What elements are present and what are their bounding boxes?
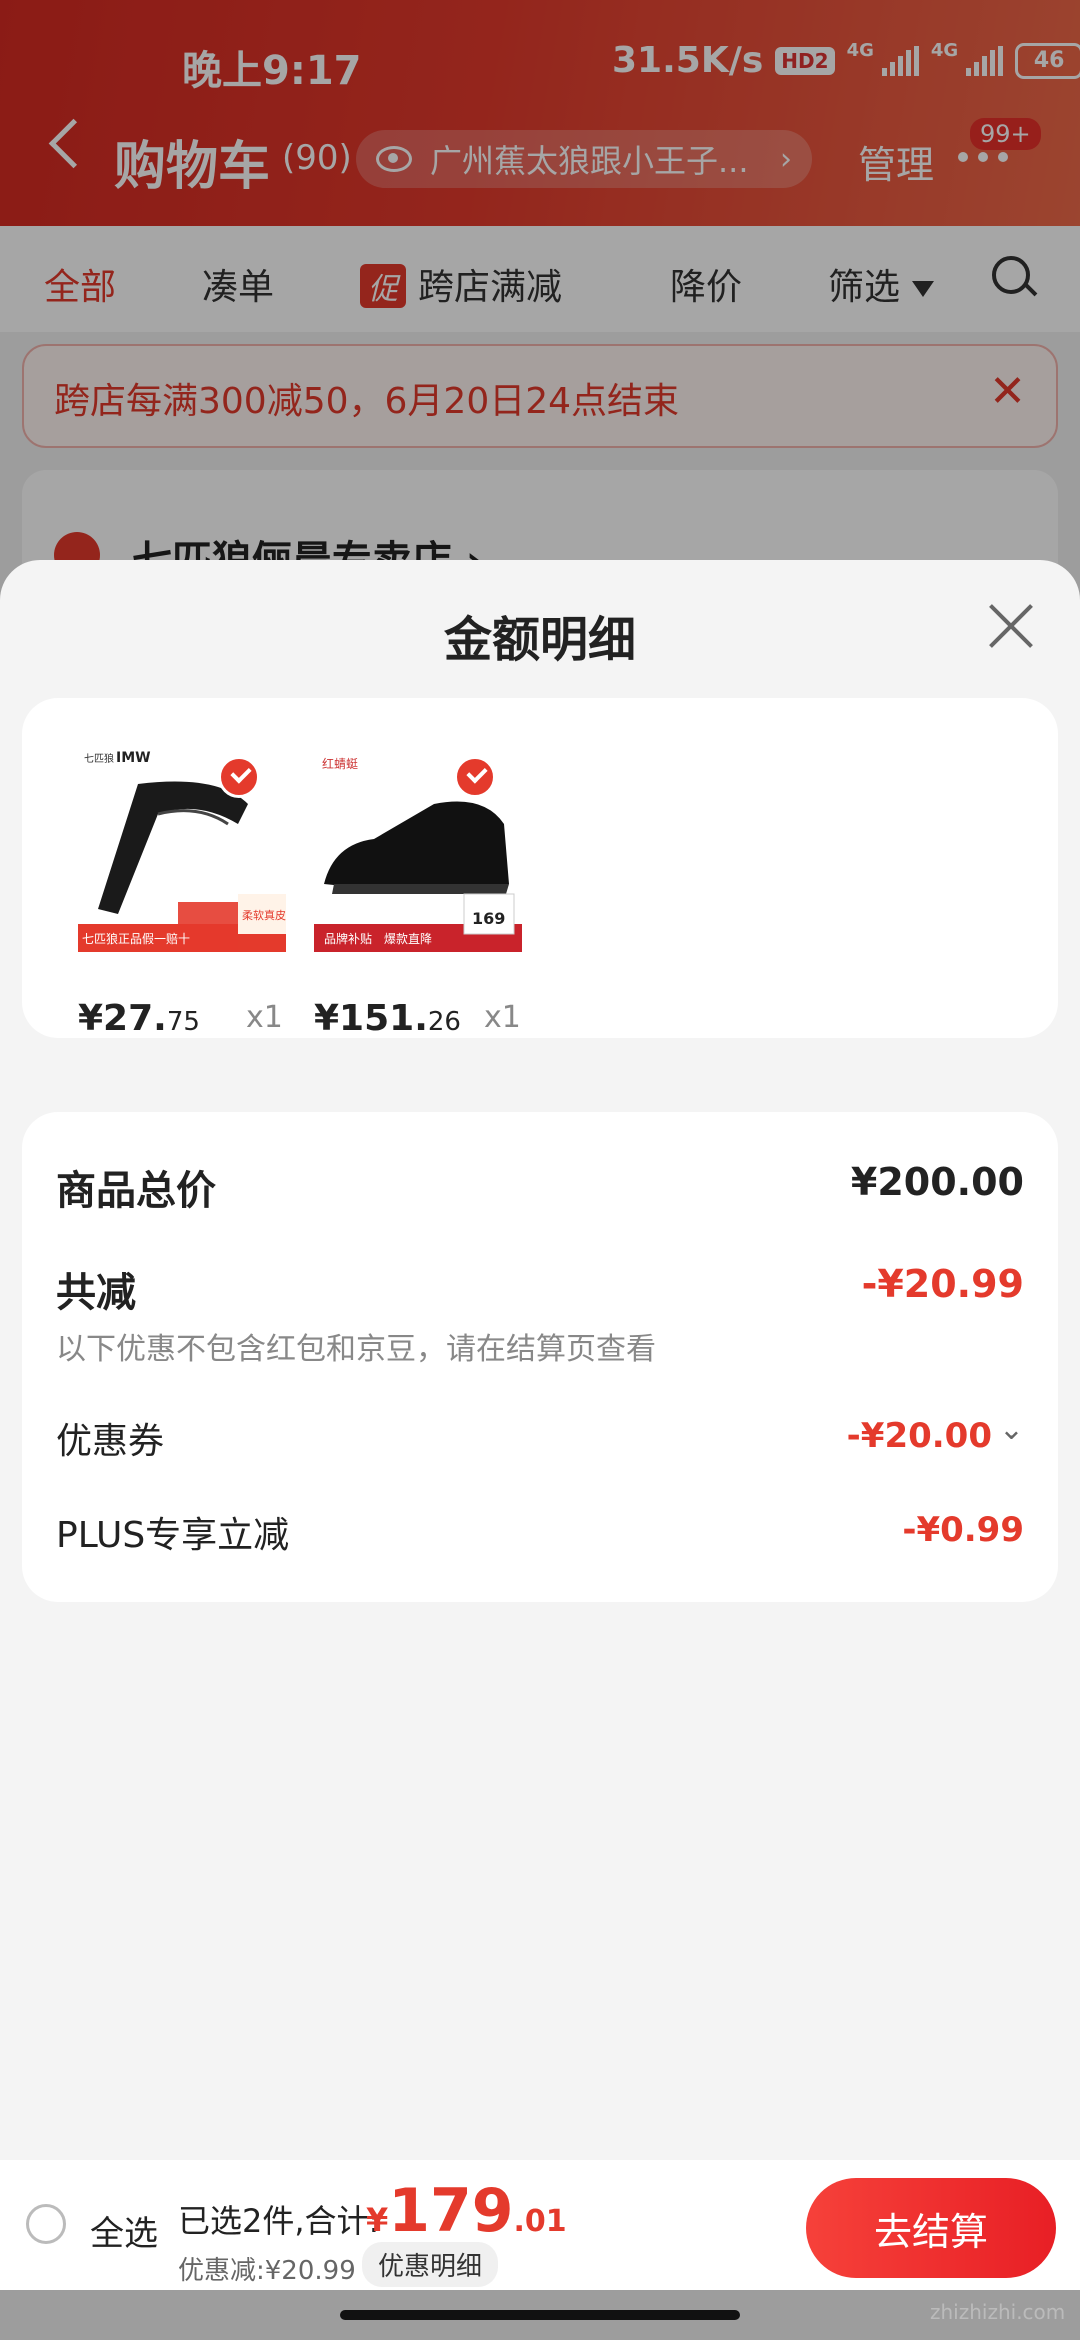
plus-value: -¥0.99 [902, 1510, 1024, 1550]
plus-label: PLUS专享立减 [56, 1515, 290, 1556]
summary-card: 商品总价 ¥200.00 共减 -¥20.99 以下优惠不包含红包和京豆，请在结… [22, 1112, 1058, 1602]
discount-note: 以下优惠不包含红包和京豆，请在结算页查看 [56, 1332, 656, 1367]
brand-text: IMW [116, 750, 151, 766]
coupon-label: 优惠券 [56, 1421, 165, 1462]
svg-text:七匹狼: 七匹狼 [84, 752, 114, 765]
discount-amount: 优惠减:¥20.99 [178, 2256, 356, 2286]
checkout-button[interactable]: 去结算 [806, 2178, 1056, 2278]
chevron-down-icon[interactable]: ⌄ [999, 1412, 1024, 1447]
svg-text:假一赔十: 假一赔十 [142, 931, 190, 946]
svg-text:爆款直降: 爆款直降 [384, 932, 432, 946]
discount-detail-button[interactable]: 优惠明细 [362, 2242, 499, 2287]
watermark: zhizhizhi.com [930, 2300, 1066, 2324]
selected-count: 已选2件,合计: [178, 2202, 380, 2240]
product-price: ¥151.26 [314, 998, 461, 1039]
total-price: ¥179.01 [366, 2176, 567, 2246]
selected-check-icon[interactable] [218, 756, 260, 798]
svg-text:红蜻蜓: 红蜻蜓 [322, 756, 358, 771]
reduce-label: 共减 [56, 1270, 136, 1316]
coupon-value[interactable]: -¥20.00 [847, 1416, 992, 1456]
svg-text:169: 169 [472, 909, 505, 928]
amount-detail-sheet: 金额明细 七匹狼 IMW 七匹狼正品 假一赔十 柔软真皮 红蜻蜓 品牌补贴 爆款… [0, 560, 1080, 2160]
total-label: 商品总价 [56, 1168, 216, 1214]
product-list-card: 七匹狼 IMW 七匹狼正品 假一赔十 柔软真皮 红蜻蜓 品牌补贴 爆款直降 16… [22, 698, 1058, 1039]
reduce-value: -¥20.99 [861, 1262, 1024, 1306]
total-value: ¥200.00 [850, 1160, 1024, 1204]
product-qty: x1 [484, 1000, 521, 1035]
product-price: ¥27.75 [78, 998, 200, 1039]
home-indicator[interactable] [340, 2310, 740, 2320]
svg-text:七匹狼正品: 七匹狼正品 [82, 931, 142, 946]
svg-text:品牌补贴: 品牌补贴 [324, 932, 372, 946]
product-qty: x1 [246, 1000, 283, 1035]
close-icon[interactable] [986, 602, 1036, 652]
select-all-checkbox[interactable] [26, 2204, 66, 2244]
svg-text:柔软真皮: 柔软真皮 [242, 908, 286, 922]
checkout-bar: 全选 已选2件,合计: ¥179.01 优惠减:¥20.99 优惠明细 去结算 [0, 2160, 1080, 2290]
select-all-label[interactable]: 全选 [90, 2206, 158, 2255]
selected-check-icon[interactable] [454, 756, 496, 798]
sheet-title: 金额明细 [443, 612, 636, 668]
